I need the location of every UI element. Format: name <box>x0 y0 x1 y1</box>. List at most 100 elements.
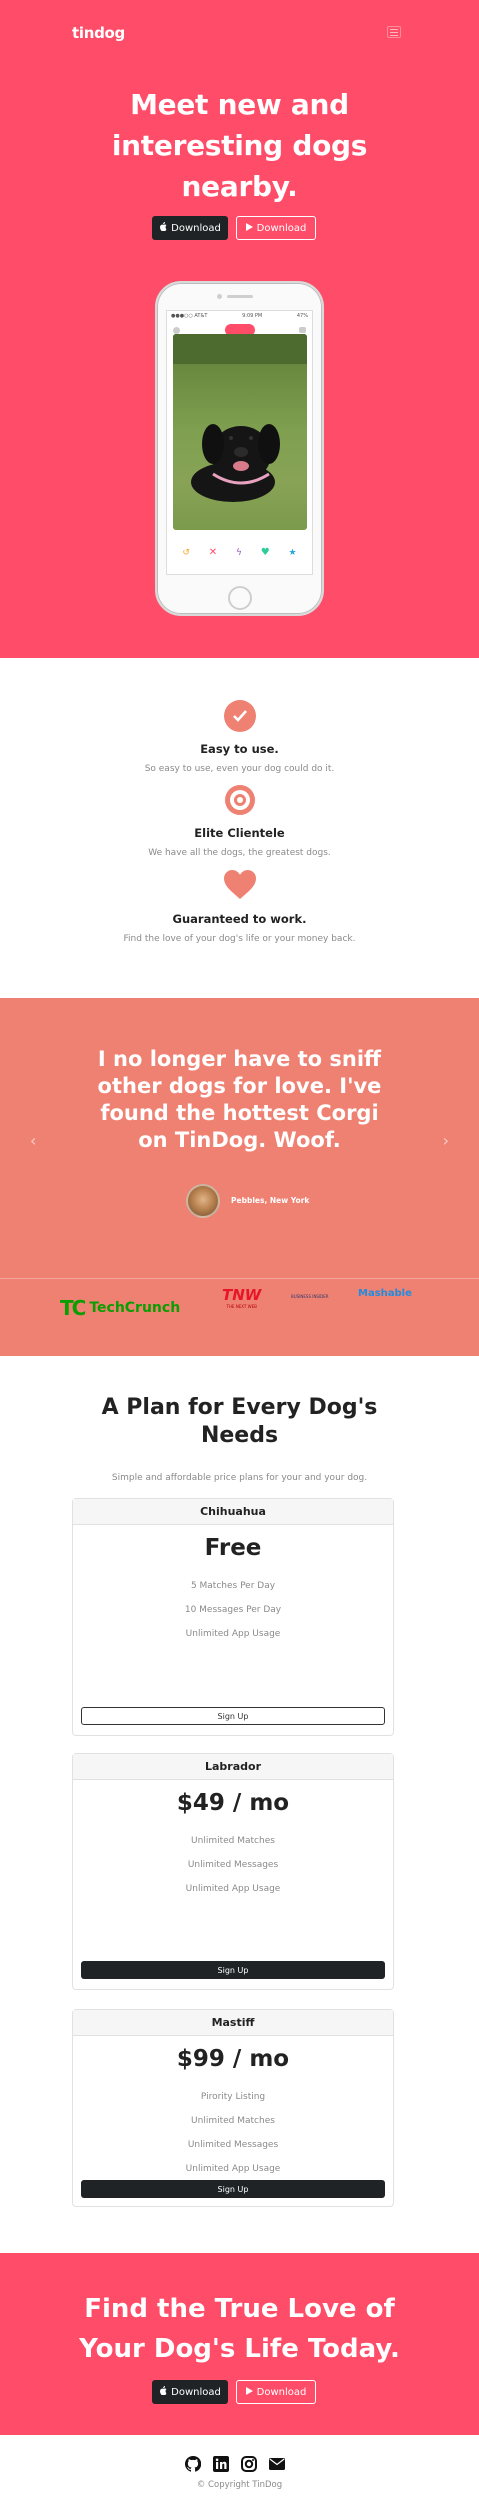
plan-feature: Unlimited App Usage <box>185 2164 281 2174</box>
pricing-card-labrador: Labrador $49 / mo Unlimited Matches Unli… <box>72 1753 394 1990</box>
hero-title-line: interesting dogs <box>111 129 368 162</box>
pricing-subtitle: Simple and affordable price plans for yo… <box>111 1473 368 1483</box>
superlike-icon[interactable]: ★ <box>289 548 297 558</box>
github-icon[interactable] <box>184 2455 202 2476</box>
press-techcrunch: TC TechCrunch <box>60 1296 180 1320</box>
like-icon[interactable]: ♥ <box>261 547 270 558</box>
signup-button[interactable]: Sign Up <box>81 2180 385 2198</box>
cta-section: Find the True Love of Your Dog's Life To… <box>0 2253 479 2435</box>
feature-item: Guaranteed to work. Find the love of you… <box>0 870 479 944</box>
plan-feature: 5 Matches Per Day <box>190 1581 276 1591</box>
cta-title: Find the True Love of Your Dog's Life To… <box>0 2289 479 2369</box>
signup-button[interactable]: Sign Up <box>81 1707 385 1725</box>
battery-label: 47% <box>296 313 308 319</box>
apple-icon <box>159 2386 167 2398</box>
linkedin-icon[interactable] <box>213 2456 229 2476</box>
menu-toggle-icon[interactable] <box>387 26 401 38</box>
dog-photo <box>173 334 307 530</box>
plan-feature: Pirority Listing <box>200 2092 266 2102</box>
plan-price: Free <box>204 1535 262 1561</box>
hero-title-line: Meet new and <box>130 88 349 121</box>
plan-name: Chihuahua <box>73 1499 393 1525</box>
pricing-title-line: A Plan for Every Dog's <box>101 1395 378 1420</box>
feature-text: Find the love of your dog's life or your… <box>123 934 356 944</box>
cta-title-line: Your Dog's Life Today. <box>79 2334 400 2364</box>
download-play-button[interactable]: Download <box>236 216 316 240</box>
testimonial-quote: I no longer have to sniff other dogs for… <box>0 1046 479 1154</box>
pricing-card-chihuahua: Chihuahua Free 5 Matches Per Day 10 Mess… <box>72 1498 394 1736</box>
envelope-icon[interactable] <box>269 2456 285 2476</box>
divider <box>0 1278 479 1279</box>
bullseye-icon <box>223 784 256 816</box>
cta-download-play-button[interactable]: Download <box>236 2380 316 2404</box>
plan-feature: Unlimited Matches <box>191 2116 275 2126</box>
feature-text: So easy to use, even your dog could do i… <box>144 764 335 774</box>
tnw-sub-label: THE NEXT WEB <box>226 1304 257 1309</box>
profile-icon[interactable] <box>173 326 180 334</box>
plan-name: Labrador <box>73 1754 393 1780</box>
testimonial-author: Pebbles, New York <box>231 1196 310 1205</box>
cta-download-apple-button[interactable]: Download <box>152 2380 228 2404</box>
hero-section: tindog Meet new and interesting dogs nea… <box>0 0 479 658</box>
feature-item: Elite Clientele We have all the dogs, th… <box>0 784 479 858</box>
hero-title-line: nearby. <box>181 170 298 203</box>
feature-title: Elite Clientele <box>194 826 285 840</box>
play-icon <box>245 2386 253 2398</box>
hero-title: Meet new and interesting dogs nearby. <box>0 84 479 207</box>
features-section: Easy to use. So easy to use, even your d… <box>0 658 479 998</box>
dog-illustration <box>173 334 307 502</box>
brand-logo[interactable]: tindog <box>72 24 125 42</box>
plan-feature: Unlimited Messages <box>187 2140 279 2150</box>
download-apple-label: Download <box>171 222 221 234</box>
instagram-icon[interactable] <box>241 2456 257 2476</box>
time-label: 9:09 PM <box>242 313 263 319</box>
feature-title: Guaranteed to work. <box>172 912 307 926</box>
home-button[interactable] <box>228 586 252 610</box>
press-tnw: TNW THE NEXT WEB <box>222 1286 261 1309</box>
plan-name: Mastiff <box>73 2010 393 2036</box>
quote-line: on TinDog. Woof. <box>138 1128 341 1152</box>
plan-feature: 10 Messages Per Day <box>184 1605 282 1615</box>
pricing-title-line: Needs <box>200 1423 279 1448</box>
check-circle-icon <box>223 700 256 732</box>
author-avatar <box>186 1184 220 1218</box>
quote-line: I no longer have to sniff <box>97 1047 382 1071</box>
apple-icon <box>159 222 167 234</box>
play-icon <box>245 222 253 234</box>
signup-button[interactable]: Sign Up <box>81 1961 385 1979</box>
plan-feature: Unlimited App Usage <box>185 1629 281 1639</box>
press-mashable: Mashable <box>358 1288 412 1299</box>
nope-icon[interactable]: ✕ <box>209 547 217 558</box>
social-icons <box>184 2455 285 2476</box>
copyright: © Copyright TinDog <box>196 2480 283 2490</box>
press-business-insider: BUSINESS INSIDER <box>291 1294 329 1299</box>
phone-camera <box>217 294 222 299</box>
feature-item: Easy to use. So easy to use, even your d… <box>0 700 479 774</box>
download-play-label: Download <box>256 2386 307 2398</box>
heart-icon <box>223 870 256 900</box>
quote-line: found the hottest Corgi <box>100 1101 379 1125</box>
status-bar: ●●●○○ AT&T 9:09 PM 47% <box>167 311 312 321</box>
plan-price: $49 / mo <box>176 1790 290 1816</box>
plan-feature: Unlimited Messages <box>187 1860 279 1870</box>
pricing-card-mastiff: Mastiff $99 / mo Pirority Listing Unlimi… <box>72 2009 394 2207</box>
phone-speaker <box>227 295 253 298</box>
techcrunch-label: TechCrunch <box>89 1300 181 1316</box>
pricing-section: A Plan for Every Dog's Needs Simple and … <box>0 1356 479 2253</box>
rewind-icon[interactable]: ↺ <box>182 548 190 558</box>
testimonial-section: ‹ › I no longer have to sniff other dogs… <box>0 998 479 1356</box>
boost-icon[interactable]: ϟ <box>236 548 242 558</box>
download-apple-label: Download <box>171 2386 221 2398</box>
action-bar: ↺ ✕ ϟ ♥ ★ <box>167 547 312 558</box>
download-apple-button[interactable]: Download <box>152 216 228 240</box>
footer: © Copyright TinDog <box>0 2435 479 2509</box>
phone-mockup: ●●●○○ AT&T 9:09 PM 47% ↺ ✕ ϟ ♥ ★ <box>155 281 324 616</box>
feature-text: We have all the dogs, the greatest dogs. <box>148 848 331 858</box>
download-play-label: Download <box>256 222 307 234</box>
phone-screen: ●●●○○ AT&T 9:09 PM 47% ↺ ✕ ϟ ♥ ★ <box>166 310 313 575</box>
plan-price: $99 / mo <box>176 2046 290 2072</box>
techcrunch-icon: TC <box>60 1296 86 1320</box>
feature-title: Easy to use. <box>200 742 279 756</box>
cta-title-line: Find the True Love of <box>84 2294 395 2324</box>
chat-icon[interactable] <box>299 327 306 333</box>
